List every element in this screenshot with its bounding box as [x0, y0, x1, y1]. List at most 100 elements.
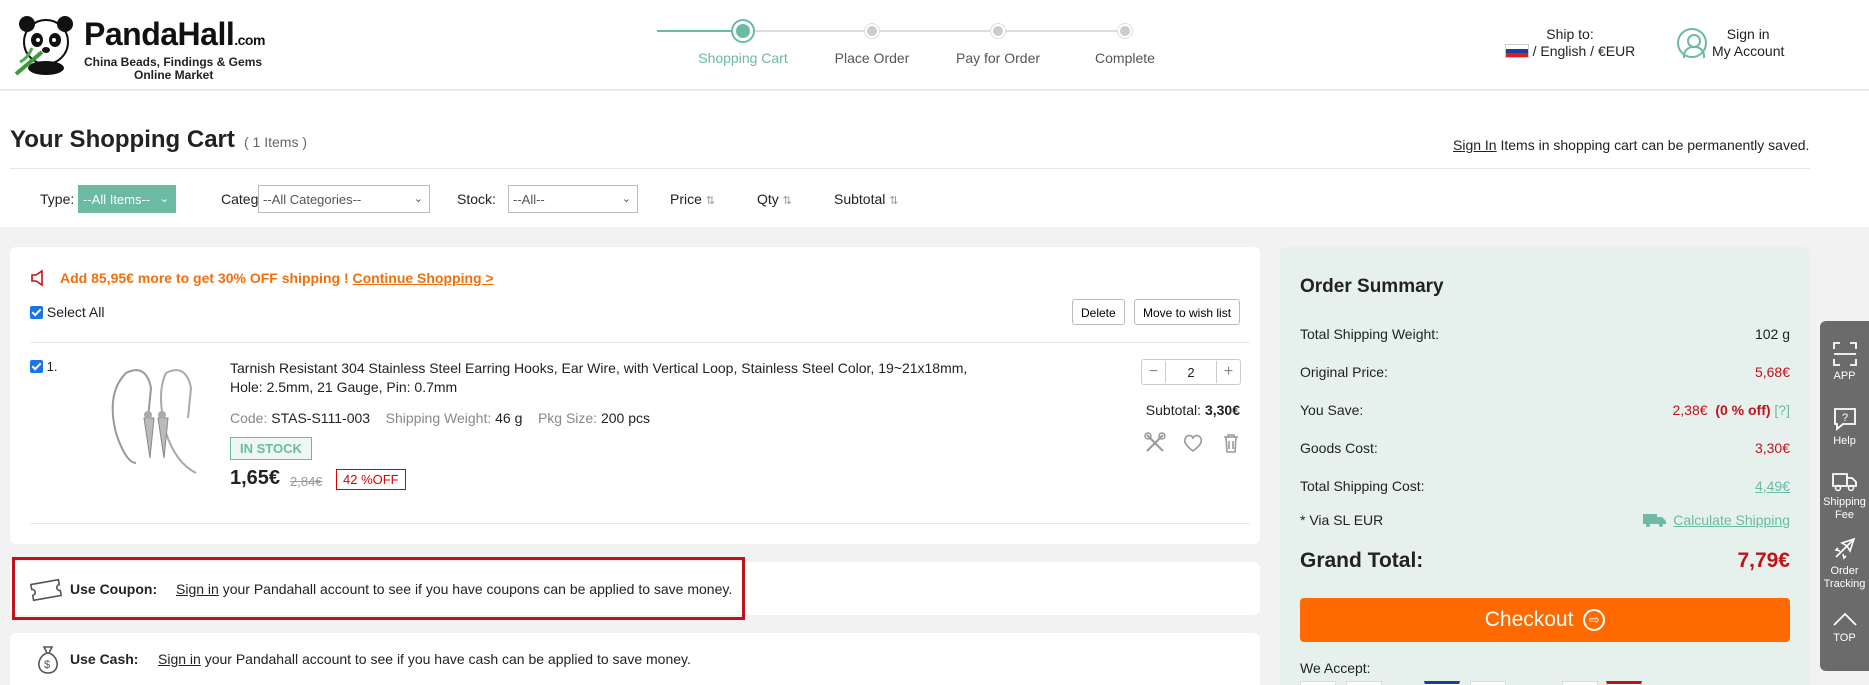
summary-goods-value: 3,30€	[1754, 440, 1790, 456]
cash-section: $ Use Cash: Sign in your Pandahall accou…	[10, 633, 1260, 685]
summary-original-value: 5,68€	[1754, 364, 1790, 380]
save-cart-text: Items in shopping cart can be permanentl…	[1496, 137, 1810, 153]
save-cart-notice: Sign In Items in shopping cart can be pe…	[1453, 137, 1809, 153]
summary-shipping-row: Total Shipping Cost: 4,49€	[1300, 478, 1790, 494]
coupon-highlight-box	[12, 557, 745, 620]
we-accept-label: We Accept:	[1300, 660, 1371, 676]
logo-main-text: PandaHall	[84, 16, 235, 52]
summary-title: Order Summary	[1300, 276, 1444, 297]
my-account-link[interactable]: My Account	[1712, 43, 1784, 60]
summary-original-row: Original Price: 5,68€	[1300, 364, 1790, 380]
cash-message: Sign in your Pandahall account to see if…	[158, 651, 691, 667]
qty-input[interactable]: 2	[1166, 365, 1216, 380]
arrow-right-icon: ⇨	[1583, 609, 1606, 631]
logo-suffix: .com	[234, 32, 265, 48]
ship-to-label: Ship to:	[1546, 26, 1594, 42]
order-summary: Order Summary Total Shipping Weight: 102 …	[1280, 247, 1810, 685]
truck-icon	[1831, 473, 1857, 492]
svg-text:?: ?	[1842, 412, 1848, 424]
divider	[30, 342, 1250, 343]
sign-in-link[interactable]: Sign in	[1712, 26, 1784, 43]
chevron-down-icon: ⌄	[621, 193, 631, 205]
delete-button[interactable]: Delete	[1072, 299, 1125, 325]
grand-total-row: Grand Total: 7,79€	[1300, 549, 1790, 573]
stock-filter-value: --All--	[513, 192, 545, 207]
sidebar-help[interactable]: ? Help	[1820, 406, 1869, 448]
pandahall-logo[interactable]: PandaHall.com China Beads, Findings & Ge…	[12, 12, 282, 82]
user-icon	[1677, 28, 1707, 58]
use-cash-label: Use Cash:	[70, 651, 139, 667]
product-price: 1,65€	[230, 467, 281, 489]
category-filter-value: --All Categories--	[263, 192, 362, 207]
discount-badge: 42 %OFF	[336, 469, 406, 490]
sidebar-back-to-top[interactable]: TOP	[1820, 611, 1869, 645]
grand-total-value: 7,79€	[1737, 549, 1790, 572]
sign-in-save-link[interactable]: Sign In	[1453, 137, 1497, 153]
summary-save-row: You Save: 2,38€ (0 % off) [?]	[1300, 402, 1790, 418]
move-to-wishlist-button[interactable]: Move to wish list	[1134, 299, 1241, 325]
item-subtotal-value: 3,30€	[1204, 402, 1240, 418]
stock-badge: IN STOCK	[230, 437, 312, 460]
type-filter-label: Type:	[40, 191, 75, 207]
sidebar-app[interactable]: APP	[1820, 341, 1869, 383]
product-weight: 46 g	[495, 410, 523, 426]
scan-icon	[1832, 342, 1857, 366]
page-title: Your Shopping Cart	[10, 126, 235, 153]
shipping-promo: Add 85,95€ more to get 30% OFF shipping …	[30, 269, 494, 287]
slovenia-flag-icon	[1504, 44, 1529, 58]
sidebar-order-tracking[interactable]: Order Tracking	[1820, 536, 1869, 591]
type-filter-value: --All Items--	[83, 192, 151, 207]
product-image[interactable]	[96, 353, 216, 493]
qty-increase-button[interactable]: +	[1216, 361, 1240, 383]
grand-total-label: Grand Total:	[1300, 549, 1424, 572]
stock-filter-label: Stock:	[457, 191, 496, 207]
summary-save-value: 2,38€	[1672, 402, 1708, 418]
trash-icon[interactable]	[1220, 432, 1242, 454]
chevron-down-icon: ⌄	[159, 193, 169, 205]
checkout-button[interactable]: Checkout ⇨	[1300, 598, 1790, 642]
sidebar-shipping-fee[interactable]: Shipping Fee	[1820, 471, 1869, 522]
type-filter-select[interactable]: --All Items-- ⌄	[78, 185, 176, 213]
ship-to-selector[interactable]: Ship to: / English / €EUR	[1500, 26, 1640, 60]
card-icon	[1470, 681, 1506, 685]
svg-text:$: $	[44, 659, 50, 671]
payment-methods	[1300, 681, 1790, 685]
summary-via-row: * Via SL EUR Calculate Shipping	[1300, 512, 1790, 528]
product-code: STAS-S111-003	[271, 410, 371, 426]
cart-item-count: ( 1 Items )	[244, 134, 308, 150]
qty-decrease-button[interactable]: −	[1142, 361, 1166, 383]
product-title[interactable]: Tarnish Resistant 304 Stainless Steel Ea…	[230, 359, 990, 397]
category-filter-select[interactable]: --All Categories-- ⌄	[258, 185, 430, 213]
stock-filter-select[interactable]: --All-- ⌄	[508, 185, 638, 213]
divider	[10, 168, 1810, 169]
chevron-up-icon	[1832, 612, 1857, 626]
product-old-price: 2,84€	[290, 474, 323, 489]
tools-icon[interactable]	[1144, 432, 1166, 454]
airplane-icon	[1833, 537, 1855, 560]
sort-by-subtotal[interactable]: Subtotal ⇅	[834, 191, 898, 207]
checkout-progress: Shopping Cart Place Order Pay for Order …	[655, 0, 1155, 90]
item-subtotal: Subtotal: 3,30€	[1145, 402, 1240, 418]
help-link[interactable]: [?]	[1774, 402, 1790, 418]
sort-icon: ⇅	[889, 195, 899, 207]
cash-sign-in-link[interactable]: Sign in	[158, 651, 201, 667]
summary-weight-value: 102 g	[1754, 326, 1790, 342]
quantity-stepper: − 2 +	[1141, 359, 1241, 385]
site-header: PandaHall.com China Beads, Findings & Ge…	[0, 0, 1869, 90]
item-index: 1.	[46, 359, 58, 374]
calculate-shipping-link[interactable]: Calculate Shipping	[1673, 512, 1790, 528]
summary-shipping-value[interactable]: 4,49€	[1755, 478, 1790, 494]
summary-goods-row: Goods Cost: 3,30€	[1300, 440, 1790, 456]
chevron-down-icon: ⌄	[413, 193, 423, 205]
heart-icon[interactable]	[1182, 432, 1204, 454]
sort-by-qty[interactable]: Qty ⇅	[757, 191, 792, 207]
sort-icon: ⇅	[782, 195, 792, 207]
continue-shopping-link[interactable]: Continue Shopping >	[353, 270, 494, 286]
card-icon	[1424, 681, 1460, 685]
chat-help-icon: ?	[1833, 408, 1856, 431]
sort-by-price[interactable]: Price ⇅	[670, 191, 715, 207]
step-place-order: Place Order	[812, 22, 932, 66]
select-all-checkbox[interactable]: Select All	[30, 304, 104, 320]
item-checkbox[interactable]: 1.	[30, 359, 57, 374]
ship-to-value: / English / €EUR	[1532, 43, 1636, 59]
